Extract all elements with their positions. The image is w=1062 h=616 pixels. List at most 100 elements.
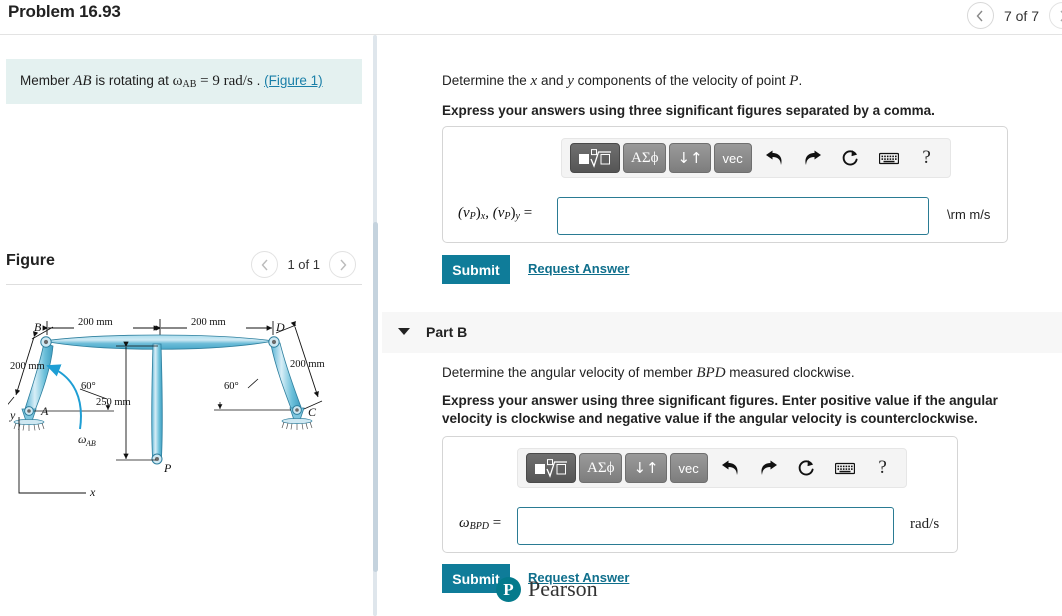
statement-omega-sub: AB — [182, 79, 197, 91]
vector-button[interactable]: vec — [669, 453, 708, 483]
keyboard-button[interactable] — [874, 144, 904, 172]
point-d-label: D — [275, 320, 285, 334]
undo-button[interactable] — [716, 454, 746, 482]
prev-figure-button[interactable] — [251, 251, 279, 278]
part-b-unit-label: rad/s — [910, 516, 940, 532]
redo-arrow-icon — [805, 150, 822, 165]
redo-button[interactable] — [754, 454, 784, 482]
next-problem-button[interactable] — [1049, 2, 1062, 29]
sqrt-template-icon — [535, 458, 567, 478]
figure-divider — [6, 284, 362, 285]
part-b-q-pre: Determine the angular velocity of member — [442, 365, 697, 380]
keyboard-icon — [834, 462, 855, 474]
undo-arrow-icon — [766, 150, 782, 165]
greek-symbols-button[interactable]: ΑΣϕ — [623, 143, 667, 173]
statement-period: . — [252, 72, 265, 88]
statement-mid: is rotating at — [91, 72, 173, 88]
part-a-answer-label: (vP)x, (vP)y = — [458, 205, 533, 223]
part-b-answer-label: ωBPD = — [459, 515, 501, 532]
part-a-instruction: Express your answers using three signifi… — [442, 103, 935, 118]
chevron-right-icon — [339, 259, 346, 270]
part-a-submit-button[interactable]: Submit — [442, 255, 510, 284]
template-sqrt-button[interactable] — [570, 143, 620, 173]
keyboard-button[interactable] — [830, 454, 860, 482]
chevron-left-icon — [261, 259, 268, 270]
axis-x-label: x — [89, 485, 96, 499]
link-cd — [270, 342, 302, 412]
chevron-left-icon — [977, 10, 983, 21]
part-a-q-pre: Determine the — [442, 73, 531, 88]
dim-top-left-label: 200 mm — [78, 317, 113, 328]
pin-D — [268, 336, 280, 348]
angle-left-label: 60° — [81, 381, 96, 392]
point-p-label: P — [163, 461, 172, 475]
support-A — [13, 406, 45, 431]
greek-symbols-button[interactable]: ΑΣϕ — [579, 453, 623, 483]
right-panel: Determine the x and y components of the … — [376, 35, 1062, 616]
part-b-header[interactable]: Part B — [382, 312, 1062, 353]
vector-button[interactable]: vec — [713, 143, 752, 173]
part-a-math-toolbar: ΑΣϕ ↓↑ vec ? — [561, 138, 951, 178]
reset-button[interactable] — [836, 144, 866, 172]
redo-arrow-icon — [761, 460, 778, 475]
part-b-math-toolbar: ΑΣϕ ↓↑ vec ? — [517, 448, 907, 488]
help-button[interactable]: ? — [912, 144, 942, 172]
point-c-label: C — [308, 405, 317, 419]
statement-equals: = 9 — [196, 72, 224, 89]
part-b-answer-card: ΑΣϕ ↓↑ vec ? ωBPD = rad/s — [442, 436, 958, 553]
figure-image[interactable]: 200 mm 200 mm 200 mm 200 mm 250 mm 60° 6… — [3, 297, 368, 557]
angle-right-label: 60° — [224, 381, 239, 392]
dimension-top: 200 mm 200 mm — [42, 317, 274, 337]
prev-problem-button[interactable] — [966, 2, 994, 29]
template-sqrt-button[interactable] — [526, 453, 576, 483]
updown-arrows-button[interactable]: ↓↑ — [669, 143, 711, 173]
pearson-logo-icon: P — [496, 576, 521, 602]
part-b-q-post: measured clockwise. — [725, 365, 855, 380]
part-a-answer-input[interactable] — [557, 197, 929, 235]
help-button[interactable]: ? — [868, 454, 898, 482]
omega-ab-sub: AB — [85, 439, 96, 448]
problem-statement-box: Member AB is rotating at ωAB = 9 rad/s .… — [6, 59, 362, 104]
point-b-label: B — [34, 320, 42, 334]
page-title: Problem 16.93 — [8, 2, 121, 21]
left-panel: Member AB is rotating at ωAB = 9 rad/s .… — [0, 35, 372, 616]
page-header: Problem 16.93 7 of 7 — [0, 0, 1062, 34]
part-b-answer-input[interactable] — [517, 507, 894, 545]
figure-pager: 1 of 1 — [251, 251, 356, 278]
part-a-q-mid: and — [537, 73, 568, 88]
caret-down-icon[interactable] — [398, 328, 410, 335]
updown-arrows-button[interactable]: ↓↑ — [625, 453, 667, 483]
part-a-q-post: components of the velocity of point — [573, 73, 790, 88]
problem-pager: 7 of 7 — [966, 2, 1062, 29]
reset-button[interactable] — [792, 454, 822, 482]
omega-ab-arrow — [46, 364, 82, 430]
figure-1-link[interactable]: (Figure 1) — [264, 73, 323, 88]
part-b-instruction: Express your answer using three signific… — [442, 393, 998, 426]
undo-button[interactable] — [760, 144, 790, 172]
angle-right: 60° — [214, 378, 291, 411]
part-a-q-end: . — [798, 73, 803, 88]
statement-units: rad/s — [223, 72, 253, 89]
problem-page: Problem 16.93 7 of 7 Member AB is rotati… — [0, 0, 1062, 616]
part-a-request-answer-link[interactable]: Request Answer — [528, 261, 629, 276]
next-figure-button[interactable] — [329, 251, 356, 278]
mechanism-diagram: 200 mm 200 mm 200 mm 200 mm 250 mm 60° 6… — [3, 317, 325, 499]
redo-button[interactable] — [798, 144, 828, 172]
dim-top-right-label: 200 mm — [191, 317, 226, 328]
problem-statement-text: Member AB is rotating at ωAB = 9 rad/s .… — [20, 73, 323, 90]
dim-vertical-label: 250 mm — [96, 397, 131, 408]
dim-left-arm-label: 200 mm — [10, 361, 45, 372]
dim-right-arm-label: 200 mm — [290, 359, 325, 370]
part-b-question: Determine the angular velocity of member… — [442, 365, 855, 382]
sqrt-template-icon — [579, 148, 611, 168]
part-a-question: Determine the x and y components of the … — [442, 73, 802, 90]
link-bpd-stem — [151, 343, 163, 458]
reset-circle-icon — [798, 459, 814, 475]
pearson-branding: P Pearson — [496, 576, 598, 602]
part-a-unit-label: \rm m/s — [947, 207, 991, 222]
statement-omega: ω — [172, 72, 183, 89]
statement-prefix: Member — [20, 72, 74, 88]
keyboard-icon — [878, 152, 899, 164]
part-a-q-vary: y — [567, 73, 574, 89]
part-b-label-omega: ω — [459, 515, 470, 531]
